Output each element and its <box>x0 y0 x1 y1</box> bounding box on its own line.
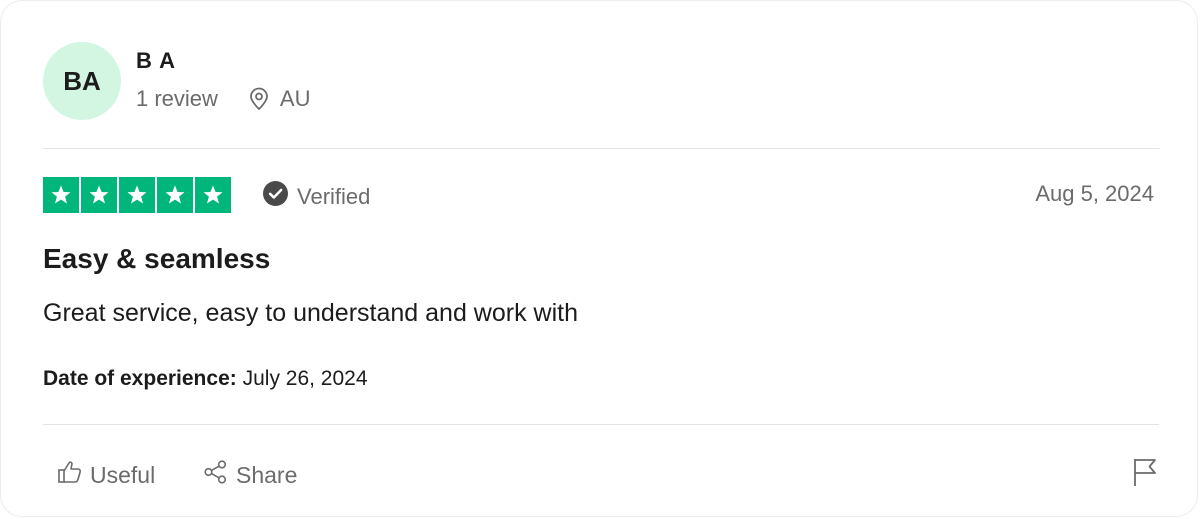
star-icon <box>203 185 223 204</box>
reviewer-meta: 1 review AU <box>136 86 310 112</box>
experience-date: July 26, 2024 <box>242 367 368 390</box>
date-of-experience: Date of experience: July 26, 2024 <box>43 367 368 391</box>
review-count: 1 review <box>136 86 218 111</box>
report-flag-button[interactable] <box>1131 456 1159 493</box>
star-box <box>195 177 231 213</box>
avatar-initials: BA <box>63 65 101 96</box>
share-icon <box>202 458 230 492</box>
star-icon <box>165 185 185 204</box>
divider <box>43 424 1159 425</box>
location-pin-icon <box>248 87 270 111</box>
check-circle-icon <box>263 181 288 212</box>
star-box <box>157 177 193 213</box>
thumbs-up-icon <box>56 458 84 492</box>
divider <box>43 148 1159 149</box>
useful-button[interactable]: Useful <box>56 458 155 492</box>
star-box <box>119 177 155 213</box>
star-rating <box>43 177 231 213</box>
review-card: BA B A 1 review AU Verified Aug 5, 2024 … <box>0 0 1198 517</box>
review-date: Aug 5, 2024 <box>1035 181 1154 206</box>
star-icon <box>51 185 71 204</box>
reviewer-country: AU <box>279 86 311 111</box>
experience-label: Date of experience: <box>43 367 237 390</box>
avatar[interactable]: BA <box>43 42 121 120</box>
flag-icon <box>1131 459 1159 492</box>
review-title[interactable]: Easy & seamless <box>43 243 270 275</box>
share-button[interactable]: Share <box>202 458 297 492</box>
share-label: Share <box>236 461 298 488</box>
useful-label: Useful <box>90 461 156 488</box>
star-icon <box>89 185 109 204</box>
star-icon <box>127 185 147 204</box>
review-body: Great service, easy to understand and wo… <box>43 299 578 327</box>
verified-badge[interactable]: Verified <box>263 181 370 212</box>
verified-label: Verified <box>297 183 371 209</box>
star-box <box>43 177 79 213</box>
reviewer-name[interactable]: B A <box>136 48 176 74</box>
star-box <box>81 177 117 213</box>
